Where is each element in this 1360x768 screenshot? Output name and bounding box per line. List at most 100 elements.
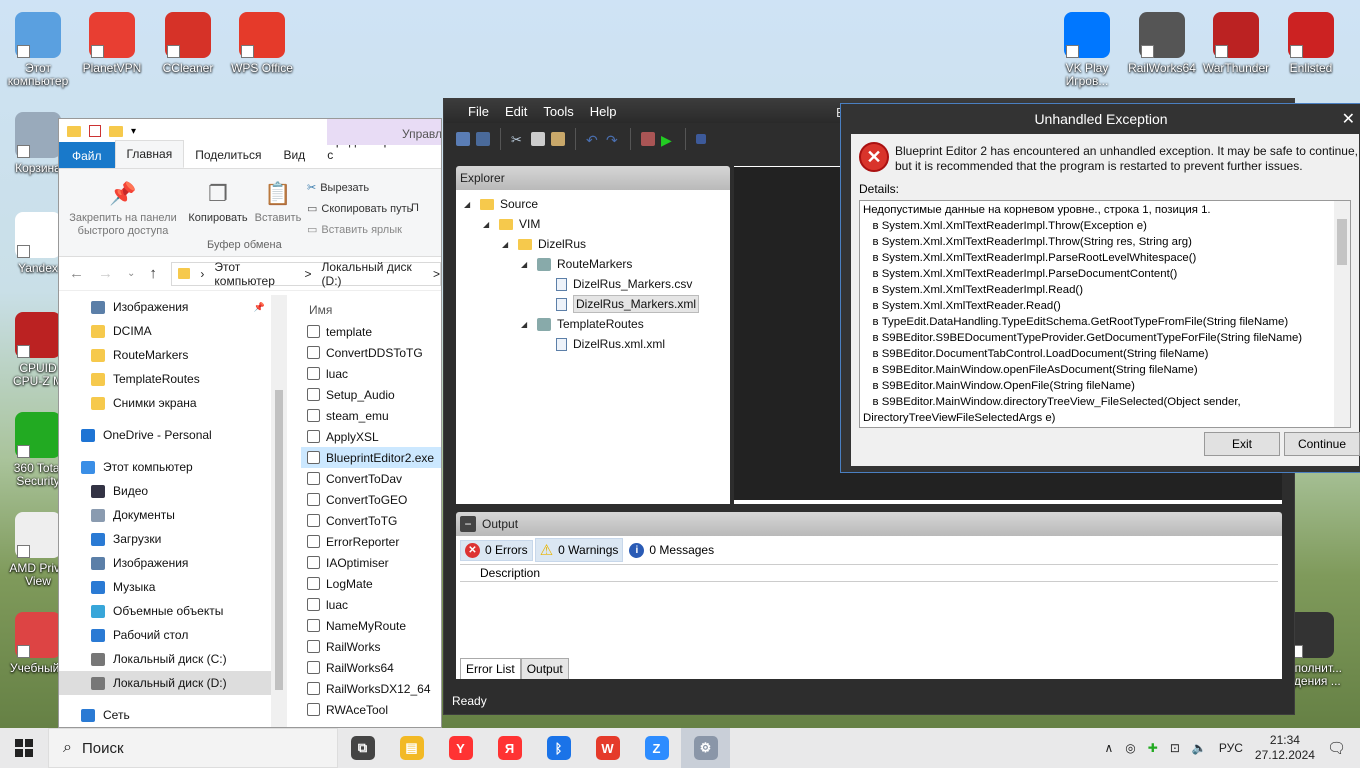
errors-filter-button[interactable]: ✕ 0 Errors: [460, 539, 533, 561]
nav-item[interactable]: Изображения: [59, 551, 287, 575]
nav-scroll-thumb[interactable]: [275, 390, 283, 690]
up-arrow-icon[interactable]: ↑: [149, 265, 157, 282]
exit-button[interactable]: Exit: [1204, 432, 1280, 456]
nav-item[interactable]: Этот компьютер: [59, 455, 287, 479]
copy-button[interactable]: ❐ Копировать: [183, 177, 253, 225]
taskbar-app[interactable]: Z: [632, 728, 681, 768]
taskbar-app[interactable]: W: [583, 728, 632, 768]
continue-button[interactable]: Continue: [1284, 432, 1360, 456]
notifications-icon[interactable]: 🗨: [1327, 739, 1346, 757]
nav-item[interactable]: Объемные объекты: [59, 599, 287, 623]
taskbar-app[interactable]: ▤: [387, 728, 436, 768]
trace-scroll-thumb[interactable]: [1337, 219, 1347, 265]
nav-scrollbar[interactable]: [271, 295, 287, 727]
nav-item[interactable]: Снимки экрана: [59, 391, 287, 415]
desktop-shortcut[interactable]: WPS Office: [224, 12, 300, 75]
nav-item[interactable]: Локальный диск (D:): [59, 671, 287, 695]
context-tab-manage[interactable]: Управл: [327, 119, 441, 145]
nav-item[interactable]: DCIMA: [59, 319, 287, 343]
tab-view[interactable]: Вид: [272, 142, 316, 168]
tree-node[interactable]: ◢ RouteMarkers: [456, 254, 730, 274]
ribbon-more[interactable]: П: [411, 202, 419, 214]
taskbar-app[interactable]: ⚙: [681, 728, 730, 768]
taskbar-app[interactable]: ⧉: [338, 728, 387, 768]
desktop-shortcut[interactable]: CCleaner: [150, 12, 226, 75]
taskbar-app[interactable]: ᛒ: [534, 728, 583, 768]
copy-path-button[interactable]: ▭ Скопировать путь: [307, 202, 412, 216]
close-icon[interactable]: ✕: [1342, 109, 1355, 129]
nav-item[interactable]: Документы: [59, 503, 287, 527]
messages-filter-button[interactable]: i 0 Messages: [625, 541, 718, 560]
undo-icon[interactable]: ↶: [586, 132, 600, 148]
file-list-item[interactable]: luac: [301, 363, 441, 384]
clock[interactable]: 21:34 27.12.2024: [1255, 733, 1315, 763]
file-list-item[interactable]: ConvertToTG: [301, 510, 441, 531]
collapse-icon[interactable]: −: [460, 516, 476, 532]
file-list-item[interactable]: RailWorks: [301, 636, 441, 657]
search-box[interactable]: ⌕ Поиск: [48, 728, 338, 768]
copy-icon[interactable]: [531, 132, 545, 146]
expand-arrow-icon[interactable]: ◢: [483, 220, 493, 229]
show-hidden-icons-icon[interactable]: ∧: [1105, 741, 1114, 755]
paste-shortcut-button[interactable]: ▭ Вставить ярлык: [307, 223, 402, 237]
file-list-item[interactable]: ApplyXSL: [301, 426, 441, 447]
file-list-item[interactable]: LogMate: [301, 573, 441, 594]
expand-arrow-icon[interactable]: ◢: [521, 260, 531, 269]
taskbar-app[interactable]: Я: [485, 728, 534, 768]
360-tray-icon[interactable]: ✚: [1148, 741, 1158, 755]
nav-item[interactable]: Изображения 📌: [59, 295, 287, 319]
redo-icon[interactable]: ↷: [606, 132, 620, 148]
nav-item[interactable]: RouteMarkers: [59, 343, 287, 367]
address-bar[interactable]: › Этот компьютер > Локальный диск (D:) >: [170, 260, 441, 288]
file-list-item[interactable]: RailWorks64: [301, 657, 441, 678]
menu-tools[interactable]: Tools: [543, 104, 573, 119]
save-icon[interactable]: [456, 132, 470, 146]
file-list-item[interactable]: RWAceTool: [301, 699, 441, 720]
taskbar-app[interactable]: Y: [436, 728, 485, 768]
forward-arrow-icon[interactable]: →: [98, 265, 113, 282]
menu-edit[interactable]: Edit: [505, 104, 527, 119]
menu-help[interactable]: Help: [590, 104, 617, 119]
menu-file[interactable]: File: [468, 104, 489, 119]
tab-share[interactable]: Поделиться: [184, 142, 272, 168]
nav-item[interactable]: Сеть: [59, 703, 287, 727]
language-indicator[interactable]: РУС: [1219, 741, 1243, 755]
nav-item[interactable]: Загрузки: [59, 527, 287, 551]
quick-access-dropdown-icon[interactable]: ▾: [131, 126, 136, 137]
desktop-shortcut[interactable]: RailWorks64: [1124, 12, 1200, 75]
nav-item[interactable]: OneDrive - Personal: [59, 423, 287, 447]
nav-item[interactable]: Музыка: [59, 575, 287, 599]
nav-item[interactable]: TemplateRoutes: [59, 367, 287, 391]
cut-button[interactable]: ✂ Вырезать: [307, 181, 369, 195]
desktop-shortcut[interactable]: Этот компьютер: [0, 12, 76, 88]
warnings-filter-button[interactable]: ⚠ 0 Warnings: [534, 538, 624, 562]
run-icon[interactable]: ▶: [661, 132, 675, 148]
tree-node[interactable]: DizelRus_Markers.xml: [456, 294, 730, 314]
file-list-item[interactable]: NameMyRoute: [301, 615, 441, 636]
paste-button[interactable]: 📋 Вставить: [251, 177, 305, 225]
file-list-item[interactable]: RailWorksDX12_64: [301, 678, 441, 699]
file-list-item[interactable]: luac: [301, 594, 441, 615]
file-list-item[interactable]: ErrorReporter: [301, 531, 441, 552]
breadcrumb-drive-d[interactable]: Локальный диск (D:): [322, 260, 423, 288]
tab-file[interactable]: Файл: [59, 142, 115, 168]
recent-dropdown-icon[interactable]: ⌄: [127, 268, 135, 279]
stop-icon[interactable]: [696, 134, 706, 144]
tree-node[interactable]: DizelRus.xml.xml: [456, 334, 730, 354]
expand-arrow-icon[interactable]: ◢: [464, 200, 474, 209]
export-icon[interactable]: [641, 132, 655, 146]
paste-icon[interactable]: [551, 132, 565, 146]
tab-output[interactable]: Output: [520, 658, 569, 679]
breadcrumb-this-pc[interactable]: Этот компьютер: [214, 260, 294, 288]
tree-node[interactable]: ◢ TemplateRoutes: [456, 314, 730, 334]
nav-item[interactable]: Рабочий стол: [59, 623, 287, 647]
column-header-description[interactable]: Description: [460, 564, 1278, 582]
trace-scrollbar[interactable]: [1334, 201, 1350, 427]
volume-icon[interactable]: 🔈: [1192, 741, 1207, 755]
tree-node[interactable]: DizelRus_Markers.csv: [456, 274, 730, 294]
tab-error-list[interactable]: Error List: [460, 658, 521, 679]
stack-trace-textbox[interactable]: Недопустимые данные на корневом уровне.,…: [859, 200, 1351, 428]
network-icon[interactable]: ⊡: [1170, 741, 1180, 755]
desktop-shortcut[interactable]: VK Play Игров...: [1049, 12, 1125, 88]
file-list-item[interactable]: ConvertDDSToTG: [301, 342, 441, 363]
